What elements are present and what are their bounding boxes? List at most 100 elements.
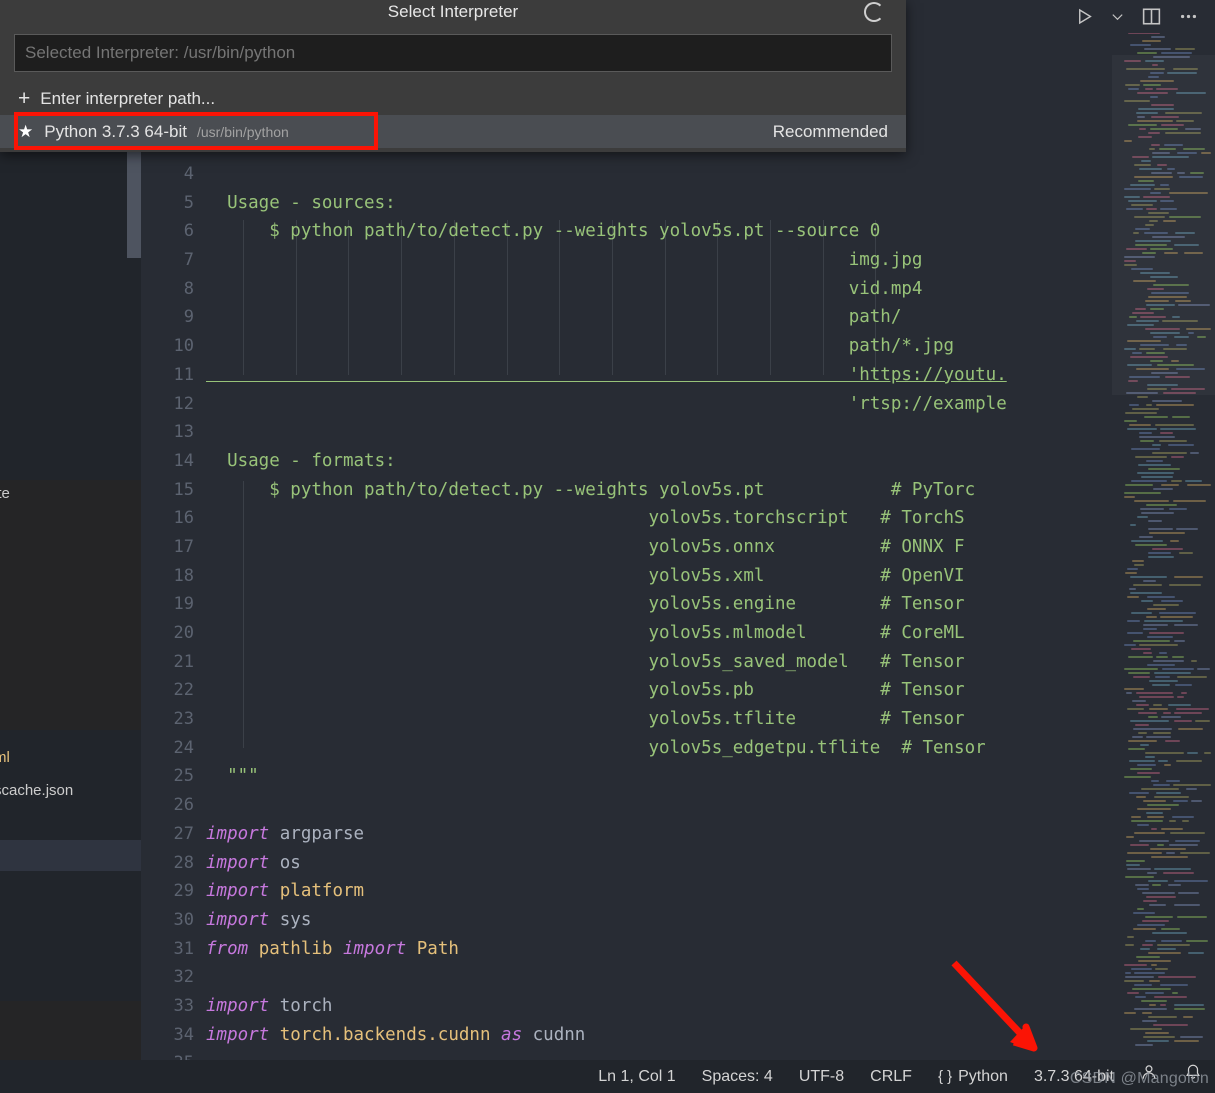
minimap-line — [1145, 752, 1184, 754]
split-editor-icon[interactable] — [1141, 6, 1162, 27]
minimap-line — [1143, 1036, 1175, 1038]
code-line[interactable]: import torch — [206, 992, 1215, 1021]
minimap-line — [1128, 740, 1157, 742]
minimap-line — [1151, 856, 1188, 858]
code-editor[interactable]: 4 5 6 7 8 9 10 11 12 13 14 15 16 17 18 19 20 21 22 23 24 25 26… — [141, 0, 1215, 1073]
minimap-line — [1171, 480, 1182, 482]
code-line[interactable]: yolov5s_saved_model # Tensor — [206, 648, 1215, 677]
ellipsis-icon[interactable] — [1178, 6, 1199, 27]
minimap-line — [1126, 836, 1134, 838]
code-line[interactable]: 'https://youtu. — [206, 361, 1215, 390]
minimap-line — [1146, 404, 1152, 406]
code-line[interactable] — [206, 160, 1215, 189]
run-play-icon[interactable] — [1075, 7, 1094, 26]
minimap-line — [1128, 656, 1153, 658]
code-line[interactable]: yolov5s_edgetpu.tflite # Tensor — [206, 734, 1215, 763]
minimap-line — [1174, 576, 1203, 578]
code-line[interactable]: yolov5s.torchscript # TorchS — [206, 504, 1215, 533]
line-number: 5 — [183, 192, 194, 213]
minimap-line — [1124, 668, 1158, 670]
minimap-line — [1141, 512, 1174, 514]
minimap-line — [1141, 788, 1179, 790]
code-line[interactable]: import os — [206, 849, 1215, 878]
code-line[interactable]: Usage - sources: — [206, 189, 1215, 218]
code-line[interactable]: path/ — [206, 303, 1215, 332]
line-number: 34 — [173, 1024, 194, 1045]
minimap-slider[interactable] — [1112, 55, 1215, 395]
minimap-line — [1124, 496, 1135, 498]
minimap-line — [1135, 996, 1146, 998]
quickpick-item-python-373[interactable]: ★ Python 3.7.3 64-bit /usr/bin/python Re… — [0, 115, 906, 148]
code-line[interactable]: Usage - formats: — [206, 447, 1215, 476]
explorer-item-2[interactable]: scache.json — [0, 777, 141, 804]
minimap-line — [1146, 812, 1163, 814]
minimap-line — [1127, 936, 1134, 938]
code-line[interactable] — [206, 418, 1215, 447]
minimap-line — [1178, 892, 1199, 894]
minimap[interactable] — [1112, 0, 1215, 1060]
minimap-line — [1152, 444, 1161, 446]
code-line[interactable] — [206, 1049, 1215, 1060]
code-line[interactable]: from pathlib import Path — [206, 935, 1215, 964]
minimap-line — [1153, 660, 1184, 662]
quickpick-item-enter-path[interactable]: + Enter interpreter path... — [0, 82, 906, 115]
minimap-line — [1140, 440, 1154, 442]
explorer-item-1[interactable]: ml — [0, 744, 141, 771]
code-line[interactable]: yolov5s.mlmodel # CoreML — [206, 619, 1215, 648]
code-line[interactable]: """ — [206, 762, 1215, 791]
minimap-line — [1174, 1008, 1205, 1010]
minimap-line — [1127, 868, 1151, 870]
chevron-down-icon[interactable] — [1110, 9, 1125, 24]
bell-icon[interactable] — [1171, 1060, 1215, 1093]
code-line[interactable] — [206, 963, 1215, 992]
code-line[interactable]: import sys — [206, 906, 1215, 935]
code-line[interactable]: yolov5s.engine # Tensor — [206, 590, 1215, 619]
code-line[interactable]: yolov5s.onnx # ONNX F — [206, 533, 1215, 562]
status-cursor-position[interactable]: Ln 1, Col 1 — [585, 1060, 688, 1093]
explorer-item-0[interactable]: ite — [0, 480, 141, 507]
code-line[interactable]: $ python path/to/detect.py --weights yol… — [206, 217, 1215, 246]
account-icon[interactable] — [1127, 1060, 1171, 1093]
minimap-line — [1160, 616, 1193, 618]
minimap-line — [1138, 732, 1147, 734]
code-line[interactable]: img.jpg — [206, 246, 1215, 275]
select-interpreter-quickpick[interactable]: Select Interpreter + Enter interpreter p… — [0, 0, 906, 152]
code-line[interactable]: vid.mp4 — [206, 275, 1215, 304]
code-line[interactable]: import torch.backends.cudnn as cudnn — [206, 1021, 1215, 1050]
code-line[interactable] — [206, 791, 1215, 820]
status-indentation[interactable]: Spaces: 4 — [689, 1060, 786, 1093]
interpreter-search-input[interactable] — [14, 34, 892, 72]
minimap-line — [1143, 900, 1157, 902]
minimap-line — [1148, 880, 1168, 882]
minimap-line — [1131, 820, 1163, 822]
minimap-line — [1124, 964, 1147, 966]
minimap-line — [1169, 844, 1198, 846]
minimap-line — [1151, 828, 1157, 830]
code-line[interactable]: import argparse — [206, 820, 1215, 849]
status-python-interpreter[interactable]: 3.7.3 64-bit — [1021, 1060, 1127, 1093]
code-token: import — [206, 1024, 280, 1045]
code-line[interactable]: $ python path/to/detect.py --weights yol… — [206, 476, 1215, 505]
minimap-line — [1146, 896, 1176, 898]
code-line[interactable]: yolov5s.tflite # Tensor — [206, 705, 1215, 734]
minimap-line — [1154, 796, 1189, 798]
code-token: $ python path/to/detect.py --weights yol… — [206, 221, 881, 242]
code-content[interactable]: Usage - sources: $ python path/to/detect… — [206, 0, 1215, 1060]
minimap-line — [1131, 816, 1141, 818]
explorer-item-selected[interactable] — [0, 840, 141, 871]
explorer-sidebar[interactable]: ite ml scache.json — [0, 0, 141, 1060]
minimap-line — [1187, 752, 1198, 754]
status-encoding[interactable]: UTF-8 — [786, 1060, 857, 1093]
minimap-line — [1149, 632, 1184, 634]
code-line[interactable]: import platform — [206, 877, 1215, 906]
minimap-line — [1139, 644, 1178, 646]
code-token: path/ — [206, 307, 902, 328]
code-line[interactable]: 'rtsp://example — [206, 390, 1215, 419]
minimap-line — [1144, 416, 1168, 418]
status-eol[interactable]: CRLF — [857, 1060, 925, 1093]
code-line[interactable]: yolov5s.pb # Tensor — [206, 676, 1215, 705]
status-language-mode[interactable]: { } Python — [925, 1060, 1021, 1093]
minimap-line — [1137, 772, 1160, 774]
code-line[interactable]: yolov5s.xml # OpenVI — [206, 562, 1215, 591]
code-line[interactable]: path/*.jpg — [206, 332, 1215, 361]
